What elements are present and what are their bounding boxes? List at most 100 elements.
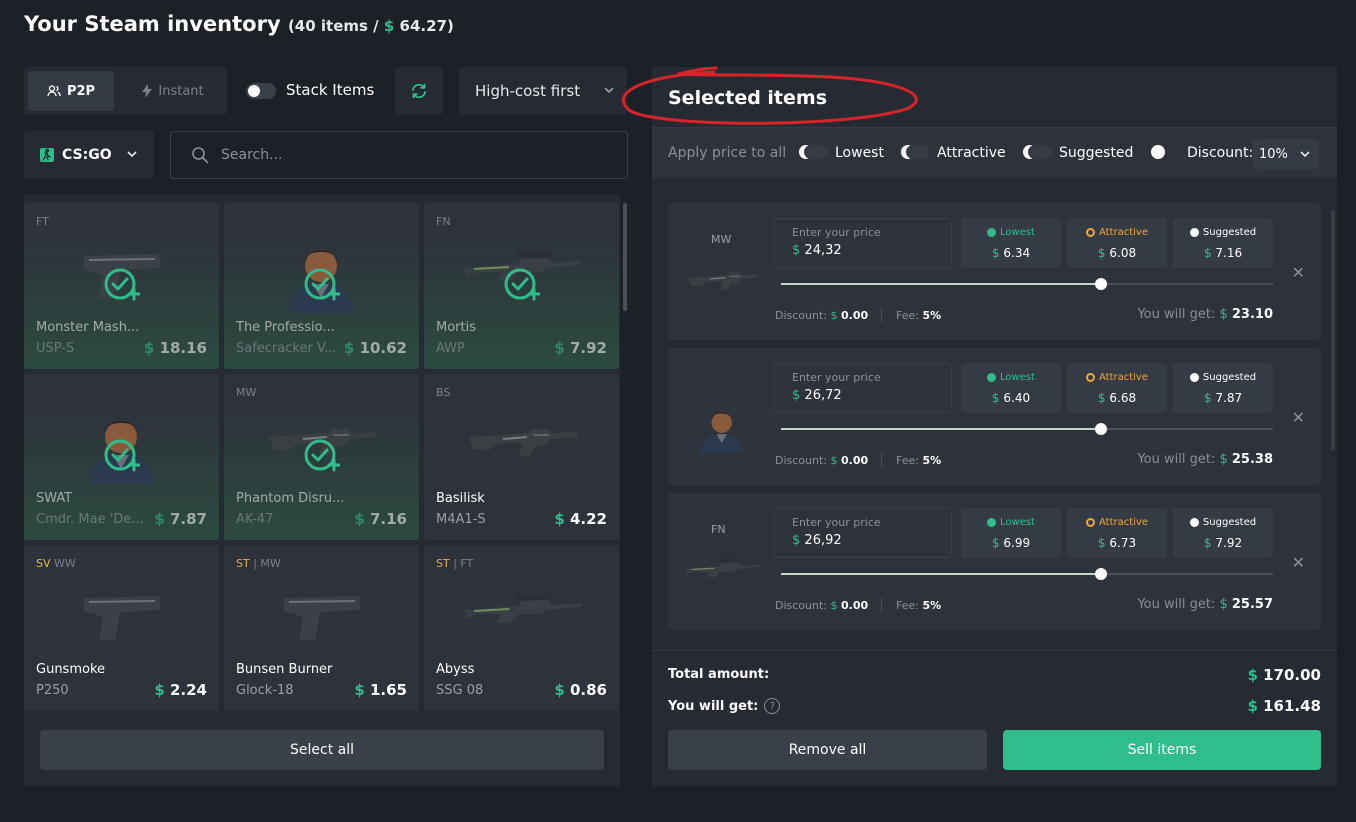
item-price-value: 7.92	[569, 339, 607, 357]
you-will-get-value: $ 161.48	[1247, 697, 1321, 715]
lowest-price-button[interactable]: Lowest $ 6.40	[961, 363, 1061, 413]
close-icon[interactable]: ✕	[1292, 408, 1305, 427]
lowest-header: Lowest	[961, 372, 1061, 383]
suggested-toggle[interactable]	[1028, 145, 1052, 159]
attractive-header: Attractive	[1067, 372, 1167, 383]
price-placeholder: Enter your price	[792, 371, 881, 384]
suggested-label: Suggested	[1202, 372, 1257, 383]
attractive-price-button[interactable]: Attractive $ 6.73	[1067, 508, 1167, 558]
inventory-card[interactable]: SWAT Cmdr. Mae 'De... $ 7.87	[24, 374, 219, 540]
inventory-card[interactable]: The Professio... Safecracker V... $ 10.6…	[224, 203, 419, 369]
price-value: $ 24,32	[792, 243, 951, 258]
currency-symbol: $	[830, 599, 838, 612]
inventory-card[interactable]: ST | MW Bunsen Burner Glock-18 $ 1.65	[224, 545, 419, 711]
close-icon[interactable]: ✕	[1292, 263, 1305, 282]
select-all-button[interactable]: Select all	[40, 730, 604, 770]
get-text: You will get:	[1137, 452, 1216, 467]
inventory-card[interactable]: MW Phantom Disru... AK-47 $ 7.16	[224, 374, 419, 540]
inventory-scrollbar[interactable]	[623, 203, 627, 311]
slider-handle[interactable]	[1094, 568, 1107, 580]
game-label: CS:GO	[62, 147, 112, 163]
price-input[interactable]: Enter your price $ 26,72	[774, 363, 952, 413]
inventory-card[interactable]: FT Monster Mash... USP-S $ 18.16	[24, 203, 219, 369]
rifle-icon	[682, 253, 762, 308]
instant-tab[interactable]: Instant	[124, 71, 222, 111]
attractive-price-button[interactable]: Attractive $ 6.68	[1067, 363, 1167, 413]
divider	[652, 650, 1337, 651]
divider	[881, 308, 882, 322]
discount-select[interactable]: 10%	[1253, 139, 1319, 169]
check-circle-icon	[987, 373, 996, 382]
apply-price-row: Apply price to all Lowest Attractive Sug…	[652, 128, 1337, 178]
remove-all-button[interactable]: Remove all	[668, 730, 987, 770]
currency-symbol: $	[991, 536, 1000, 550]
close-icon[interactable]: ✕	[1292, 553, 1305, 572]
item-condition: MW	[260, 557, 281, 570]
condition-badge: FN	[436, 215, 451, 228]
lowest-label: Lowest	[1000, 517, 1035, 528]
remove-all-label: Remove all	[788, 742, 867, 758]
lowest-toggle[interactable]	[804, 145, 828, 159]
item-price: $ 0.86	[554, 681, 607, 699]
p2p-tab[interactable]: P2P	[28, 71, 114, 111]
suggested-price-button[interactable]: Suggested $ 7.92	[1173, 508, 1273, 558]
search-placeholder: Search...	[221, 147, 283, 163]
pistol-icon	[259, 570, 384, 655]
help-icon[interactable]: ?	[764, 698, 781, 714]
price-slider[interactable]	[781, 423, 1273, 435]
lowest-price-button[interactable]: Lowest $ 6.34	[961, 218, 1061, 268]
lowest-price: $ 6.40	[961, 391, 1061, 405]
item-type: Glock-18	[236, 683, 294, 698]
slider-handle[interactable]	[1094, 278, 1107, 290]
selected-scrollbar[interactable]	[1331, 210, 1335, 450]
item-type: P250	[36, 683, 69, 698]
sort-dropdown[interactable]: High-cost first	[459, 67, 627, 115]
lowest-price-button[interactable]: Lowest $ 6.99	[961, 508, 1061, 558]
discount-text: Discount:	[775, 309, 827, 322]
you-will-get-row: You will get:?	[668, 698, 781, 714]
discount-text: Discount:	[775, 454, 827, 467]
price-slider[interactable]	[781, 568, 1273, 580]
price-input[interactable]: Enter your price $ 24,32	[774, 218, 952, 268]
item-price-value: 4.22	[569, 510, 607, 528]
item-price: $ 7.87	[154, 510, 207, 528]
stack-items-toggle[interactable]	[246, 83, 276, 99]
discount-value: 10%	[1259, 146, 1288, 162]
lowest-label: Lowest	[1000, 372, 1035, 383]
item-condition: MW	[711, 233, 732, 246]
sell-items-button[interactable]: Sell items	[1003, 730, 1321, 770]
suggested-label: Suggested	[1202, 517, 1257, 528]
attractive-price-button[interactable]: Attractive $ 6.08	[1067, 218, 1167, 268]
lightning-icon	[142, 84, 153, 98]
inventory-card[interactable]: FN Mortis AWP $ 7.92	[424, 203, 619, 369]
suggested-price: $ 7.92	[1173, 536, 1273, 550]
currency-symbol: $	[792, 243, 801, 258]
inventory-card[interactable]: SV WW Gunsmoke P250 $ 2.24	[24, 545, 219, 711]
price-slider[interactable]	[781, 278, 1273, 290]
inventory-card[interactable]: BS Basilisk M4A1-S $ 4.22	[424, 374, 619, 540]
check-circle-icon	[987, 518, 996, 527]
game-select[interactable]: CS:GO	[24, 131, 154, 179]
suggested-header: Suggested	[1173, 372, 1273, 383]
total-amount-number: 170.00	[1263, 666, 1321, 684]
item-condition: BS	[436, 386, 451, 399]
suggested-price-button[interactable]: Suggested $ 7.16	[1173, 218, 1273, 268]
search-input[interactable]: Search...	[170, 131, 628, 179]
price-input[interactable]: Enter your price $ 26,92	[774, 508, 952, 558]
divider	[881, 453, 882, 467]
fee-amount: 5%	[922, 599, 942, 612]
currency-symbol: $	[1203, 246, 1212, 260]
attractive-toggle[interactable]	[906, 145, 930, 159]
slider-handle[interactable]	[1094, 423, 1107, 435]
get-text: You will get:	[1137, 307, 1216, 322]
suggested-header: Suggested	[1173, 517, 1273, 528]
suggested-value: 7.87	[1215, 391, 1243, 405]
medal-icon	[1085, 518, 1095, 527]
selected-item: FN Enter your price $ 26,92 Lowest $ 6.9…	[668, 493, 1321, 630]
item-name: Mortis	[436, 320, 476, 335]
item-name: Bunsen Burner	[236, 662, 333, 677]
item-price: $ 18.16	[144, 339, 207, 357]
inventory-card[interactable]: ST | FT Abyss SSG 08 $ 0.86	[424, 545, 619, 711]
suggested-price-button[interactable]: Suggested $ 7.87	[1173, 363, 1273, 413]
refresh-button[interactable]	[395, 67, 443, 115]
